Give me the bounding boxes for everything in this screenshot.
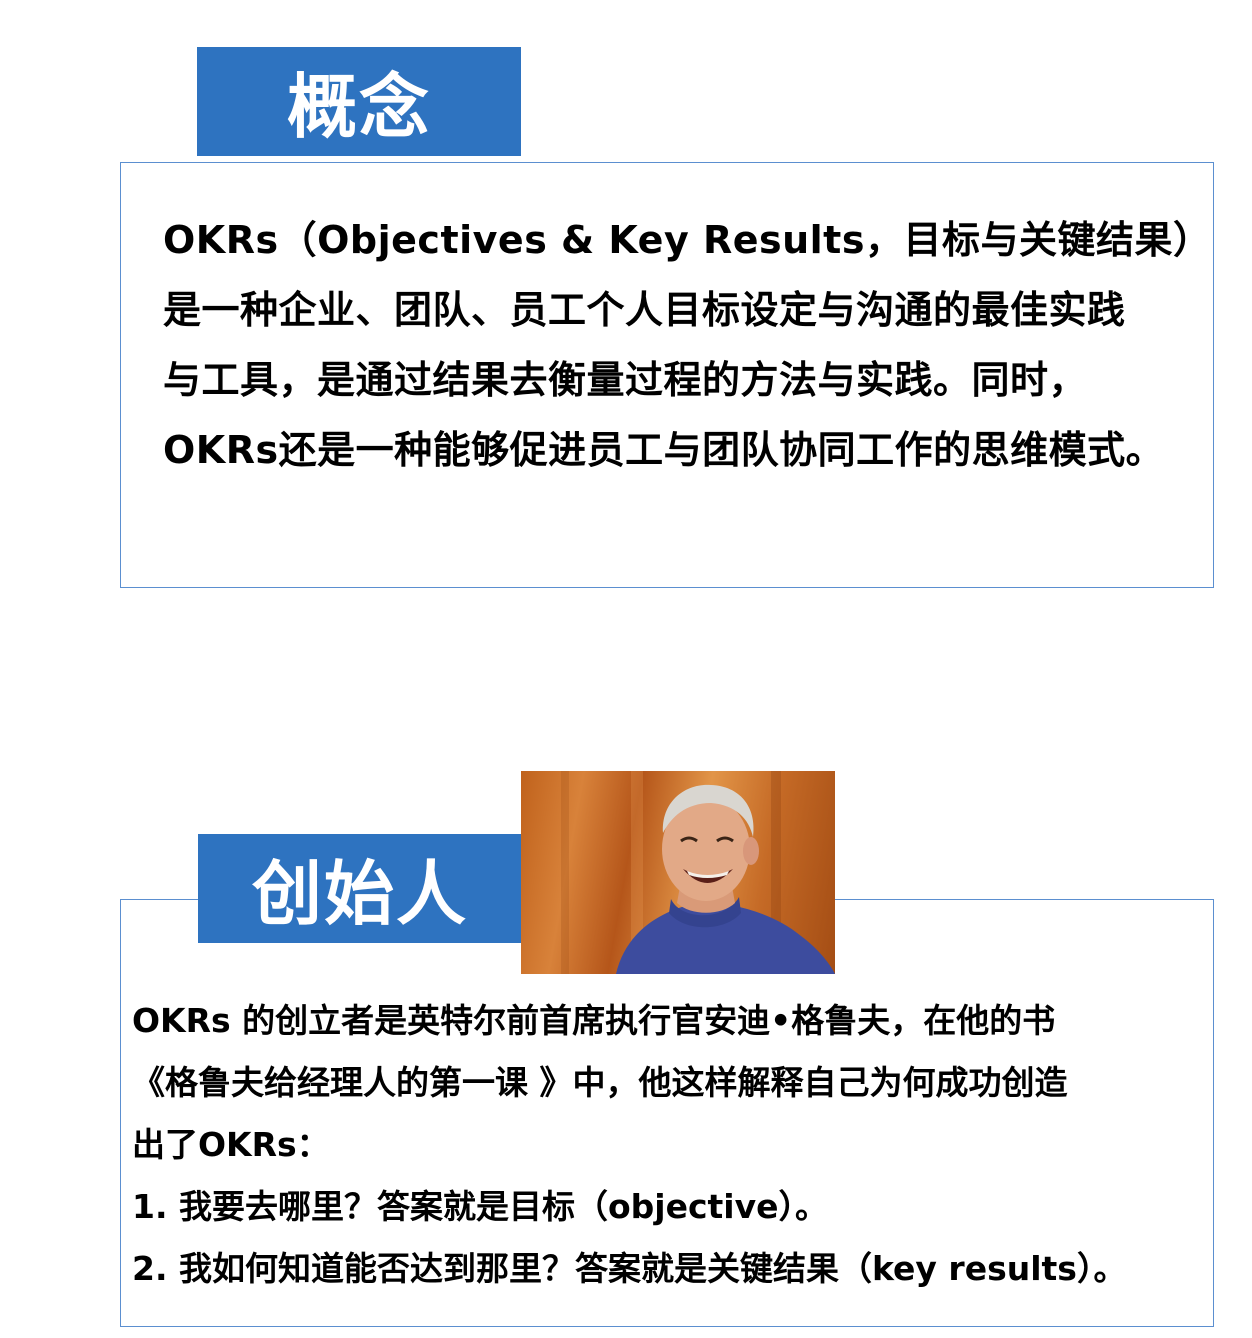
founder-heading: 创始人 [198,834,522,943]
founder-paragraph: OKRs 的创立者是英特尔前首席执行官安迪•格鲁夫，在他的书 《格鲁夫给经理人的… [132,990,1202,1300]
concept-heading: 概念 [197,47,521,156]
founder-portrait [521,771,835,974]
concept-line: 与工具，是通过结果去衡量过程的方法与实践。同时， [163,358,1088,402]
concept-paragraph: OKRs（Objectives & Key Results，目标与关键结果） 是… [163,205,1212,485]
founder-line: OKRs 的创立者是英特尔前首席执行官安迪•格鲁夫，在他的书 [132,1001,1056,1040]
concept-line: 是一种企业、团队、员工个人目标设定与沟通的最佳实践 [163,288,1126,332]
concept-line: OKRs还是一种能够促进员工与团队协同工作的思维模式。 [163,428,1165,472]
founder-line: 《格鲁夫给经理人的第一课 》中，他这样解释自己为何成功创造 [132,1063,1068,1102]
person-portrait-icon [561,771,835,974]
founder-line: 1. 我要去哪里？答案就是目标（objective）。 [132,1187,829,1226]
founder-line: 2. 我如何知道能否达到那里？答案就是关键结果（key results）。 [132,1249,1127,1288]
founder-line: 出了OKRs： [132,1125,330,1164]
concept-line: OKRs（Objectives & Key Results，目标与关键结果） [163,218,1212,262]
